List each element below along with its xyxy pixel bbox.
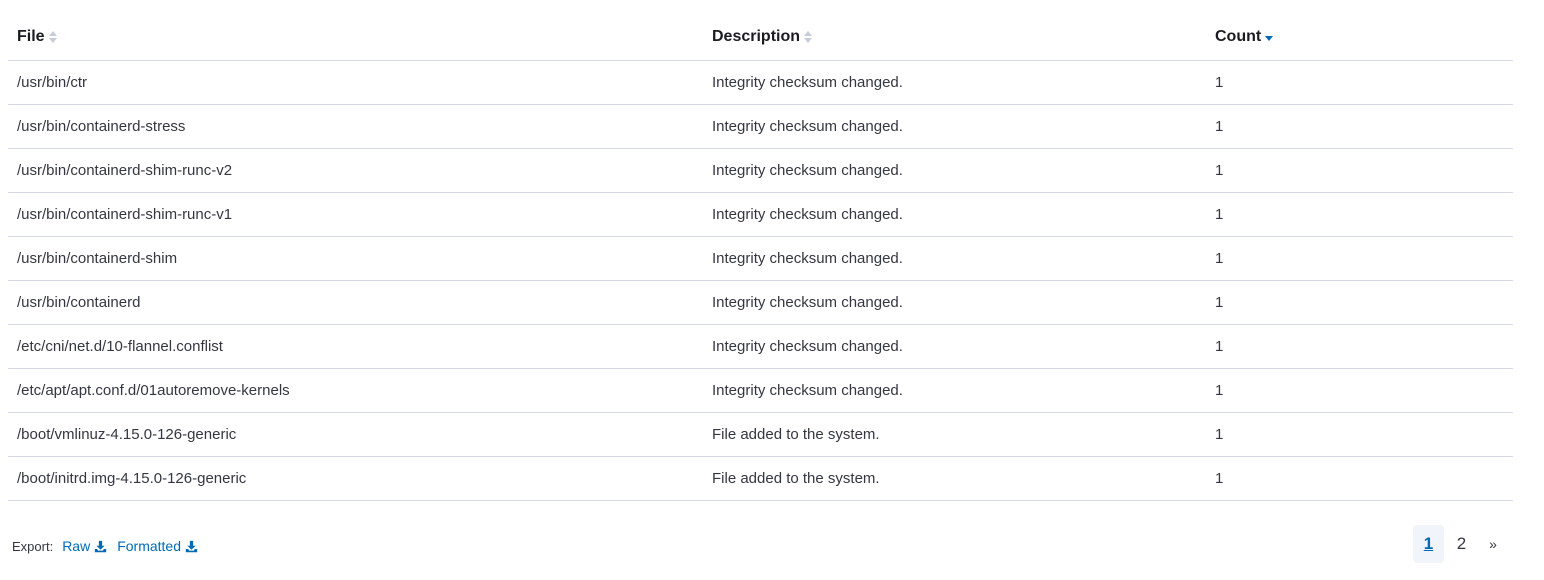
table-row[interactable]: /usr/bin/containerd-shim-runc-v2 Integrit… [8, 148, 1513, 193]
cell-file: /usr/bin/containerd-shim [8, 236, 703, 281]
cell-count: 1 [1206, 368, 1513, 413]
cell-count: 1 [1206, 148, 1513, 193]
table-header-row: File Description Count [8, 14, 1513, 61]
cell-count: 1 [1206, 324, 1513, 369]
cell-description: Integrity checksum changed. [703, 236, 1206, 281]
cell-file: /usr/bin/containerd-shim-runc-v2 [8, 148, 703, 193]
table-row[interactable]: /usr/bin/containerd-shim-runc-v1 Integrit… [8, 192, 1513, 237]
cell-description: Integrity checksum changed. [703, 324, 1206, 369]
table-row[interactable]: /usr/bin/containerd-stress Integrity chec… [8, 104, 1513, 149]
table-row[interactable]: /usr/bin/ctr Integrity checksum changed. 1 [8, 60, 1513, 105]
column-header-label: Description [712, 28, 801, 45]
cell-file: /usr/bin/ctr [8, 60, 703, 105]
page-button-1[interactable]: 1 [1413, 525, 1444, 563]
table-row[interactable]: /etc/apt/apt.conf.d/01autoremove-kernels… [8, 368, 1513, 413]
cell-count: 1 [1206, 456, 1513, 501]
cell-file: /usr/bin/containerd [8, 280, 703, 325]
export-formatted-link[interactable]: Formatted [117, 538, 198, 554]
cell-count: 1 [1206, 280, 1513, 325]
sort-icon[interactable] [804, 30, 813, 44]
files-table: File Description Count /usr/bin/ctr Inte… [8, 14, 1513, 501]
column-header-label: Count [1215, 28, 1262, 45]
next-page-button[interactable]: » [1479, 525, 1507, 563]
pagination: 1 2 » [1413, 525, 1509, 563]
column-header-count[interactable]: Count [1206, 14, 1513, 61]
export-formatted-label: Formatted [117, 538, 182, 554]
cell-description: Integrity checksum changed. [703, 104, 1206, 149]
cell-description: File added to the system. [703, 456, 1206, 501]
cell-description: Integrity checksum changed. [703, 148, 1206, 193]
download-icon [95, 540, 107, 552]
export-label: Export: [12, 538, 54, 554]
cell-count: 1 [1206, 192, 1513, 237]
sort-descending-icon[interactable] [1265, 30, 1274, 44]
table-row[interactable]: /boot/vmlinuz-4.15.0-126-generic File add… [8, 412, 1513, 457]
download-icon [185, 540, 198, 552]
table-row[interactable]: /boot/initrd.img-4.15.0-126-generic File … [8, 456, 1513, 501]
cell-file: /usr/bin/containerd-shim-runc-v1 [8, 192, 703, 237]
cell-description: File added to the system. [703, 412, 1206, 457]
table-row[interactable]: /usr/bin/containerd Integrity checksum ch… [8, 280, 1513, 325]
table-row[interactable]: /etc/cni/net.d/10-flannel.conflist Integr… [8, 324, 1513, 369]
export-raw-link[interactable]: Raw [62, 538, 107, 554]
cell-file: /usr/bin/containerd-stress [8, 104, 703, 149]
files-table-container: File Description Count /usr/bin/ctr Inte… [8, 14, 1513, 501]
cell-description: Integrity checksum changed. [703, 192, 1206, 237]
cell-file: /etc/cni/net.d/10-flannel.conflist [8, 324, 703, 369]
cell-description: Integrity checksum changed. [703, 368, 1206, 413]
cell-count: 1 [1206, 236, 1513, 281]
export-raw-label: Raw [62, 538, 91, 554]
table-row[interactable]: /usr/bin/containerd-shim Integrity checks… [8, 236, 1513, 281]
column-header-label: File [17, 28, 45, 45]
cell-file: /boot/initrd.img-4.15.0-126-generic [8, 456, 703, 501]
cell-count: 1 [1206, 60, 1513, 105]
cell-count: 1 [1206, 104, 1513, 149]
cell-file: /etc/apt/apt.conf.d/01autoremove-kernels [8, 368, 703, 413]
column-header-description[interactable]: Description [703, 14, 1206, 61]
cell-count: 1 [1206, 412, 1513, 457]
cell-description: Integrity checksum changed. [703, 60, 1206, 105]
page-button-2[interactable]: 2 [1446, 525, 1477, 563]
sort-icon[interactable] [48, 30, 58, 44]
column-header-file[interactable]: File [8, 14, 703, 61]
export-bar: Export: Raw Formatted [12, 538, 198, 554]
cell-description: Integrity checksum changed. [703, 280, 1206, 325]
cell-file: /boot/vmlinuz-4.15.0-126-generic [8, 412, 703, 457]
